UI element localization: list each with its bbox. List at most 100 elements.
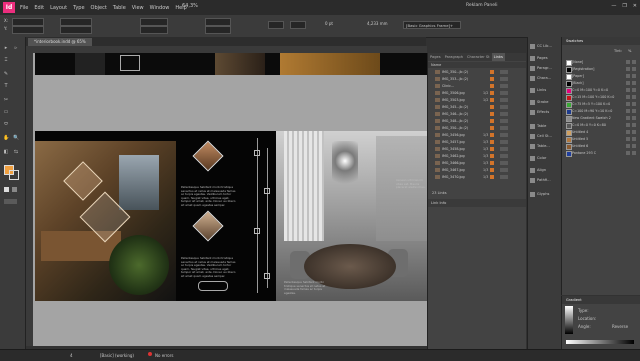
vertical-ruler[interactable] xyxy=(26,53,33,346)
panel-strip-item[interactable]: Color xyxy=(530,154,560,163)
link-row[interactable]: IMG_3466.jpg 1/3 xyxy=(428,160,526,166)
menu-layout[interactable]: Layout xyxy=(50,5,67,11)
size-field[interactable]: 4,233 mm xyxy=(367,21,388,26)
link-options-icon[interactable] xyxy=(500,77,508,81)
link-options-icon[interactable] xyxy=(500,154,508,158)
text-frame-3[interactable]: Aenean ultricies mi vitae est. Mauris pl… xyxy=(396,178,426,190)
link-row[interactable]: Clinic... xyxy=(428,83,526,89)
zoom-tool[interactable]: 🔍 xyxy=(13,135,19,141)
gap-tool[interactable]: ⌶ xyxy=(3,57,9,63)
apply-color-icon[interactable] xyxy=(4,187,9,192)
link-options-icon[interactable] xyxy=(500,84,508,88)
close-button[interactable]: ✕ xyxy=(633,3,637,9)
link-options-icon[interactable] xyxy=(500,119,508,123)
rectangle-frame-tool[interactable]: ▭ xyxy=(3,109,9,115)
selection-tool[interactable]: ▸ xyxy=(3,45,9,51)
link-row[interactable]: IMG_348...jb (2) xyxy=(428,118,526,124)
stroke-swatch[interactable] xyxy=(290,21,306,29)
panel-strip-item[interactable]: Align xyxy=(530,166,560,175)
tab-character[interactable]: Character St xyxy=(465,53,492,61)
stroke-color-icon[interactable] xyxy=(9,170,19,180)
tab-links[interactable]: Links xyxy=(491,53,505,61)
menu-object[interactable]: Object xyxy=(91,5,107,11)
menu-edit[interactable]: Edit xyxy=(34,5,44,11)
link-options-icon[interactable] xyxy=(500,98,508,102)
scale-x-field[interactable] xyxy=(140,18,168,26)
link-options-icon[interactable] xyxy=(500,133,508,137)
x-field[interactable] xyxy=(12,18,44,26)
reverse-button[interactable]: Reverse xyxy=(612,324,628,329)
scale-y-field[interactable] xyxy=(140,26,168,34)
gradient-tool[interactable]: ◧ xyxy=(3,149,9,155)
link-row[interactable]: IMG_350...jb (2) xyxy=(428,125,526,131)
text-frame-2[interactable]: Pellentesque habitant morbi tristique se… xyxy=(181,256,236,279)
swatch-row[interactable]: New Gradient Swatch 2 xyxy=(564,115,639,122)
link-row[interactable]: IMG_3462.jpg 1/3 xyxy=(428,153,526,159)
panel-strip-item[interactable]: Effects xyxy=(530,108,560,117)
panel-strip-item[interactable]: Glyphs xyxy=(530,190,560,199)
swatch-row[interactable]: C=15 M=100 Y=100 K=0 xyxy=(564,94,639,101)
object-style-select[interactable]: [Basic Graphics Frame]+ xyxy=(403,21,461,29)
pen-tool[interactable]: ✎ xyxy=(3,71,9,77)
height-field[interactable] xyxy=(60,26,92,34)
link-options-icon[interactable] xyxy=(500,70,508,74)
link-options-icon[interactable] xyxy=(500,126,508,130)
swatch-row[interactable]: C=0 M=100 Y=0 K=0 xyxy=(564,87,639,94)
y-field[interactable] xyxy=(12,26,44,34)
text-frame-1[interactable]: Pellentesque habitant morbi tristique se… xyxy=(181,185,236,208)
error-status[interactable]: No errors xyxy=(155,353,173,358)
swatch-row[interactable]: Untitled 4 xyxy=(564,129,639,136)
minimize-button[interactable]: — xyxy=(611,3,616,9)
text-frame-4[interactable]: Pellentesque habitant morbi tristique se… xyxy=(284,280,334,295)
width-field[interactable] xyxy=(60,18,92,26)
panel-strip-item[interactable]: Pages xyxy=(530,54,560,63)
swatch-row[interactable]: C=75 M=5 Y=100 K=0 xyxy=(564,101,639,108)
workspace-switcher[interactable]: Reklam Paneli xyxy=(466,3,498,8)
page-number-field[interactable]: 4 xyxy=(70,353,73,358)
office-photo[interactable] xyxy=(35,141,176,301)
tab-pages[interactable]: Pages xyxy=(428,53,443,61)
swatch-row[interactable]: Pantone 293 C xyxy=(564,150,639,157)
link-row[interactable]: IMG_3470.jpg 1/3 xyxy=(428,174,526,180)
panel-strip-item[interactable]: Links xyxy=(530,86,560,95)
ellipse-tool[interactable]: ⬭ xyxy=(3,121,9,127)
preflight-profile[interactable]: [Basic] (working) xyxy=(100,353,134,358)
swatches-title[interactable]: Swatches xyxy=(562,37,640,45)
swatch-row[interactable]: C=100 M=90 Y=10 K=0 xyxy=(564,108,639,115)
panel-strip-item[interactable]: CC Lib... xyxy=(530,42,560,51)
swatch-row[interactable]: [None] xyxy=(564,59,639,66)
panel-strip-item[interactable]: Paragr... xyxy=(530,64,560,73)
panel-strip-item[interactable]: Table xyxy=(530,122,560,131)
link-row[interactable]: IMG_3458.jpg 1/3 xyxy=(428,146,526,152)
link-options-icon[interactable] xyxy=(500,105,508,109)
link-options-icon[interactable] xyxy=(500,161,508,165)
hand-tool[interactable]: ✋ xyxy=(3,135,9,141)
panel-strip-item[interactable]: Stroke xyxy=(530,98,560,107)
link-options-icon[interactable] xyxy=(500,147,508,151)
panel-strip-item[interactable]: Table... xyxy=(530,142,560,151)
gradient-title[interactable]: Gradient xyxy=(562,296,640,304)
link-info-header[interactable]: Link Info xyxy=(428,199,526,207)
type-tool[interactable]: T xyxy=(3,83,9,89)
shear-field[interactable] xyxy=(205,26,231,34)
panel-strip-item[interactable]: Cell St... xyxy=(530,132,560,141)
apply-gradient-icon[interactable] xyxy=(12,187,17,192)
rotate-field[interactable] xyxy=(205,18,231,26)
link-options-icon[interactable] xyxy=(500,112,508,116)
swatch-row[interactable]: C=0 M=0 Y=0 K=80 xyxy=(564,122,639,129)
link-row[interactable]: IMG_353...jb (2) xyxy=(428,76,526,82)
links-column-header[interactable]: Name xyxy=(428,62,526,68)
gradient-ramp[interactable] xyxy=(566,340,634,344)
link-row[interactable]: IMG_350...jb (2) xyxy=(428,69,526,75)
stroke-weight[interactable]: 0 pt xyxy=(325,21,333,26)
link-options-icon[interactable] xyxy=(500,175,508,179)
link-row[interactable]: IMG_3456.jpg 1/3 xyxy=(428,132,526,138)
link-options-icon[interactable] xyxy=(500,140,508,144)
panel-strip-item[interactable]: Chara... xyxy=(530,74,560,83)
zoom-level[interactable]: 64,3% xyxy=(182,3,198,9)
menu-type[interactable]: Type xyxy=(73,5,84,11)
link-row[interactable]: IMG_345...jb (2) xyxy=(428,104,526,110)
swatch-row[interactable]: Untitled 6 xyxy=(564,143,639,150)
link-row[interactable]: IMG_3457.jpg 1/3 xyxy=(428,139,526,145)
link-options-icon[interactable] xyxy=(500,91,508,95)
